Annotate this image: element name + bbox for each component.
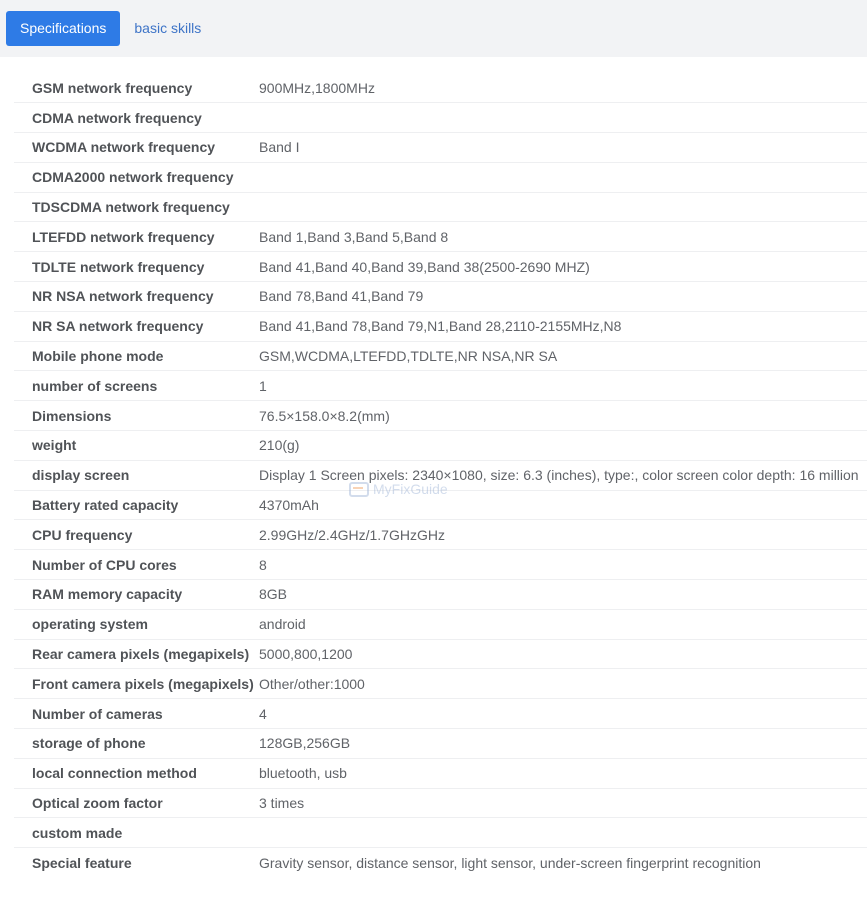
spec-row: display screen Display 1 Screen pixels: 2… <box>14 460 867 491</box>
spec-row: GSM network frequency 900MHz,1800MHz <box>14 73 867 103</box>
spec-row: CDMA network frequency <box>14 103 867 133</box>
spec-label: weight <box>32 437 77 454</box>
spec-row: CDMA2000 network frequency <box>14 162 867 193</box>
spec-value: 128GB,256GB <box>259 735 351 752</box>
spec-label: storage of phone <box>32 735 146 752</box>
spec-row: Number of cameras 4 <box>14 699 867 729</box>
spec-value: 2.99GHz/2.4GHz/1.7GHzGHz <box>259 526 445 543</box>
spec-row: Front camera pixels (megapixels) Other/ot… <box>14 669 867 699</box>
spec-value <box>259 192 867 222</box>
spec-label: Mobile phone mode <box>32 348 164 365</box>
spec-row: LTEFDD network frequency Band 1,Band 3,Ba… <box>14 222 867 252</box>
spec-label: CDMA network frequency <box>32 109 202 126</box>
spec-label: operating system <box>32 616 148 633</box>
spec-value: 3 times <box>259 795 305 812</box>
spec-value: 210(g) <box>259 437 300 454</box>
spec-row: Optical zoom factor 3 times <box>14 788 867 818</box>
spec-value: 5000,800,1200 <box>259 646 353 663</box>
spec-label: Front camera pixels (megapixels) <box>32 675 254 692</box>
spec-row: Rear camera pixels (megapixels) 5000,800,… <box>14 639 867 669</box>
spec-row: TDSCDMA network frequency <box>14 192 867 222</box>
spec-row: Number of CPU cores 8 <box>14 550 867 580</box>
spec-row: NR NSA network frequency Band 78,Band 41,… <box>14 282 867 312</box>
spec-label: Battery rated capacity <box>32 497 179 514</box>
spec-label: number of screens <box>32 377 158 394</box>
spec-value: Band 1,Band 3,Band 5,Band 8 <box>259 228 449 245</box>
spec-value: GSM,WCDMA,LTEFDD,TDLTE,NR NSA,NR SA <box>259 348 558 365</box>
spec-value: 4 <box>259 705 267 722</box>
spec-label: GSM network frequency <box>32 79 193 96</box>
spec-label: CDMA2000 network frequency <box>32 169 234 186</box>
spec-value: 900MHz,1800MHz <box>259 79 375 96</box>
spec-value <box>259 103 867 133</box>
spec-row: local connection method bluetooth, usb <box>14 758 867 789</box>
spec-row: RAM memory capacity 8GB <box>14 580 867 610</box>
spec-value: 8GB <box>259 586 288 603</box>
spec-row: custom made <box>14 818 867 848</box>
spec-row: TDLTE network frequency Band 41,Band 40,B… <box>14 252 867 282</box>
spec-row: Mobile phone mode GSM,WCDMA,LTEFDD,TDLTE,… <box>14 341 867 371</box>
spec-row: number of screens 1 <box>14 371 867 401</box>
spec-row: Battery rated capacity 4370mAh <box>14 490 867 520</box>
specifications-table: GSM network frequency 900MHz,1800MHz CDMA … <box>14 73 867 878</box>
spec-value: 8 <box>259 556 267 573</box>
spec-value: Display 1 Screen pixels: 2340×1080, size… <box>259 467 859 484</box>
spec-value: Band I <box>259 139 300 156</box>
spec-label: RAM memory capacity <box>32 586 183 603</box>
spec-label: Dimensions <box>32 407 112 424</box>
specifications-table-body: GSM network frequency 900MHz,1800MHz CDMA … <box>14 73 867 878</box>
spec-row: operating system android <box>14 609 867 640</box>
spec-row: storage of phone 128GB,256GB <box>14 729 867 759</box>
spec-value: 1 <box>259 377 267 394</box>
spec-value: Band 41,Band 78,Band 79,N1,Band 28,2110-… <box>259 318 622 335</box>
spec-label: WCDMA network frequency <box>32 139 216 156</box>
spec-label: Special feature <box>32 854 132 871</box>
spec-row: Special feature Gravity sensor, distance … <box>14 848 867 878</box>
spec-label: NR NSA network frequency <box>32 288 214 305</box>
spec-value: android <box>259 616 306 633</box>
spec-label: display screen <box>32 467 130 484</box>
spec-value: 76.5×158.0×8.2(mm) <box>259 407 390 424</box>
spec-label: TDSCDMA network frequency <box>32 199 230 216</box>
tab-specifications[interactable]: Specifications <box>6 11 121 46</box>
spec-row: weight 210(g) <box>14 431 867 461</box>
tab-basic-skills[interactable]: basic skills <box>120 11 215 46</box>
spec-value: Other/other:1000 <box>259 675 365 692</box>
spec-value: Band 78,Band 41,Band 79 <box>259 288 424 305</box>
spec-label: Optical zoom factor <box>32 795 163 812</box>
spec-row: WCDMA network frequency Band I <box>14 133 867 163</box>
spec-row: Dimensions 76.5×158.0×8.2(mm) <box>14 401 867 431</box>
spec-value: Gravity sensor, distance sensor, light s… <box>259 854 761 871</box>
spec-value <box>259 818 867 848</box>
spec-label: local connection method <box>32 765 197 782</box>
spec-value: Band 41,Band 40,Band 39,Band 38(2500-269… <box>259 258 590 275</box>
tabs-bar: Specifications basic skills <box>0 0 867 57</box>
spec-row: NR SA network frequency Band 41,Band 78,B… <box>14 311 867 342</box>
spec-label: TDLTE network frequency <box>32 258 205 275</box>
spec-label: Rear camera pixels (megapixels) <box>32 646 250 663</box>
spec-label: Number of CPU cores <box>32 556 177 573</box>
spec-value: bluetooth, usb <box>259 765 347 782</box>
spec-label: NR SA network frequency <box>32 318 204 335</box>
spec-value <box>259 162 867 192</box>
spec-label: Number of cameras <box>32 705 163 722</box>
spec-label: custom made <box>32 824 123 841</box>
spec-row: CPU frequency 2.99GHz/2.4GHz/1.7GHzGHz <box>14 520 867 550</box>
spec-label: CPU frequency <box>32 526 133 543</box>
spec-value: 4370mAh <box>259 497 319 514</box>
spec-label: LTEFDD network frequency <box>32 228 215 245</box>
